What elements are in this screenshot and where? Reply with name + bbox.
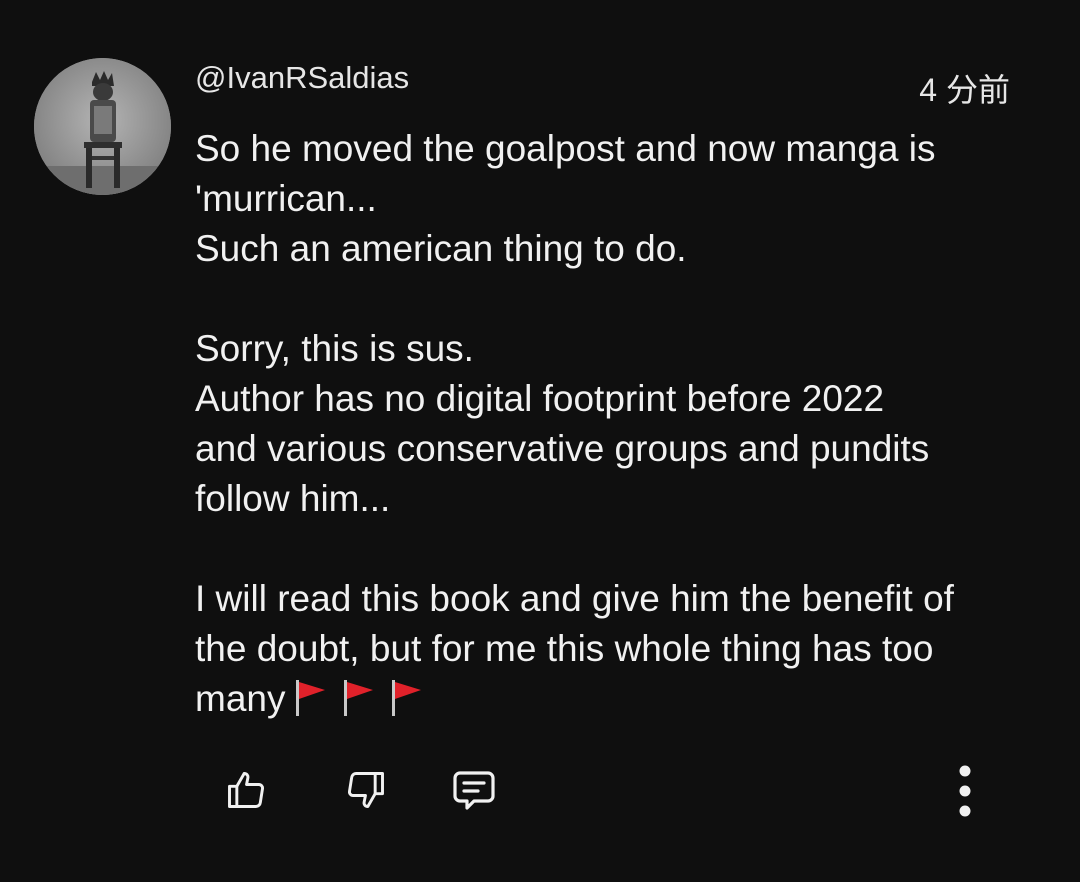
comment-line-last: many — [195, 674, 1035, 724]
thumbs-down-icon — [348, 772, 384, 808]
comment-line: follow him... — [195, 478, 391, 519]
comment-line: 'murrican... — [195, 178, 377, 219]
comment-line: the doubt, but for me this whole thing h… — [195, 628, 934, 669]
comment-author[interactable]: @IvanRSaldias — [195, 60, 409, 96]
comment-timestamp: 4 分前 — [919, 72, 1010, 108]
comment-line: Author has no digital footprint before 2… — [195, 378, 885, 419]
dislike-button[interactable] — [338, 762, 394, 818]
like-button[interactable] — [218, 762, 274, 818]
comment-line: I will read this book and give him the b… — [195, 578, 954, 619]
comment-line: and various conservative groups and pund… — [195, 428, 930, 469]
avatar-image — [34, 58, 171, 195]
thumbs-up-icon — [228, 772, 264, 808]
more-options-button[interactable] — [937, 762, 993, 818]
red-flag-icon — [392, 680, 422, 716]
reply-button[interactable] — [446, 762, 502, 818]
flag-emoji-group — [291, 677, 425, 717]
avatar[interactable] — [34, 58, 171, 195]
comment-line: Sorry, this is sus. — [195, 328, 474, 369]
comment-card: @IvanRSaldias 4 分前 So he moved the goalp… — [0, 0, 1080, 882]
comment-text: So he moved the goalpost and now manga i… — [195, 124, 1035, 724]
more-vertical-icon — [959, 765, 971, 817]
red-flag-icon — [296, 680, 326, 716]
red-flag-icon — [344, 680, 374, 716]
comment-line — [195, 524, 1035, 574]
comment-icon — [453, 771, 495, 810]
comment-line-text: many — [195, 678, 286, 719]
comment-line: So he moved the goalpost and now manga i… — [195, 128, 936, 169]
comment-line: Such an american thing to do. — [195, 228, 687, 269]
comment-line — [195, 274, 1035, 324]
